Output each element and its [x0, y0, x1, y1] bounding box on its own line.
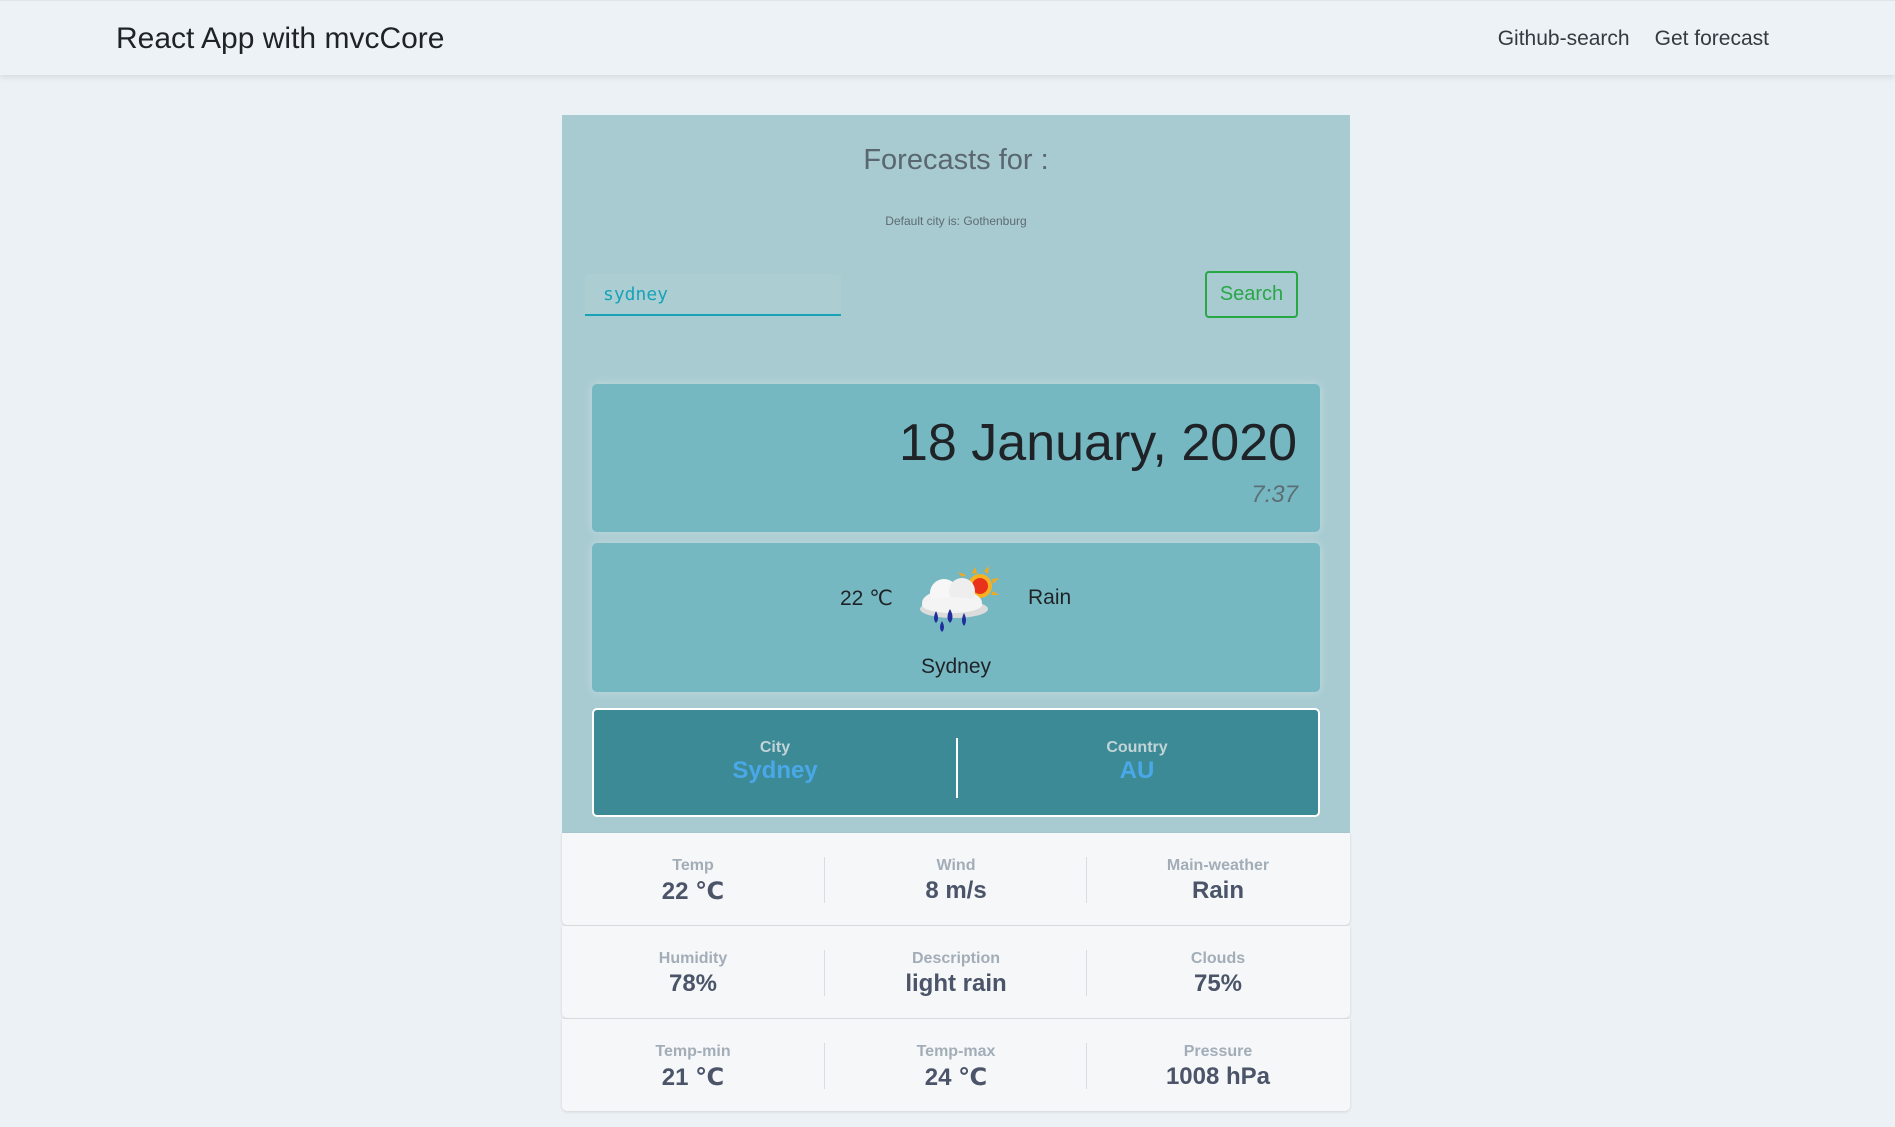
stats-row-1: Temp 22 ℃ Wind 8 m/s Main-weather Rain: [562, 833, 1350, 925]
location-card: City Sydney Country AU: [592, 708, 1320, 817]
forecast-panel: Forecasts for : Default city is: Gothenb…: [562, 115, 1350, 833]
stat-label: Humidity: [658, 950, 728, 967]
stat-label: Description: [911, 950, 1000, 967]
stat-temp: Temp 22 ℃: [562, 833, 824, 925]
stat-value: 22 ℃: [661, 878, 725, 905]
stat-label: Wind: [936, 857, 976, 874]
country-label: Country: [1106, 739, 1168, 756]
country-value: AU: [1119, 757, 1155, 784]
stat-value: light rain: [905, 970, 1007, 997]
stat-label: Main-weather: [1166, 857, 1270, 874]
city-search-input[interactable]: [585, 274, 841, 316]
nav-link-github-search[interactable]: Github-search: [1498, 25, 1630, 53]
stat-temp-min: Temp-min 21 ℃: [562, 1019, 824, 1111]
city-label: City: [759, 739, 791, 756]
stat-pressure: Pressure 1008 hPa: [1087, 1019, 1349, 1111]
stat-value: 75%: [1193, 970, 1243, 997]
city-value: Sydney: [732, 757, 818, 784]
rain-cloud-sun-icon: [920, 566, 999, 632]
weather-city: Sydney: [920, 655, 992, 678]
location-city: City Sydney: [594, 710, 956, 815]
stat-value: 8 m/s: [925, 877, 987, 904]
weather-temp: 22 ℃: [840, 587, 893, 610]
stat-main-weather: Main-weather Rain: [1087, 833, 1349, 925]
weather-main: Rain: [1028, 586, 1072, 609]
nav-link-get-forecast[interactable]: Get forecast: [1655, 25, 1769, 53]
forecast-time: 7:37: [1251, 481, 1298, 508]
brand-title[interactable]: React App with mvcCore: [116, 21, 444, 57]
stats-row-3: Temp-min 21 ℃ Temp-max 24 ℃ Pressure 100…: [562, 1019, 1350, 1111]
stat-value: 78%: [668, 970, 718, 997]
stat-wind: Wind 8 m/s: [825, 833, 1087, 925]
stat-value: 1008 hPa: [1165, 1063, 1271, 1090]
location-country: Country AU: [956, 710, 1318, 815]
stat-temp-max: Temp-max 24 ℃: [825, 1019, 1087, 1111]
forecast-title: Forecasts for :: [863, 144, 1049, 176]
stat-value: 21 ℃: [661, 1064, 725, 1091]
stat-label: Temp-max: [916, 1043, 996, 1060]
date-card: 18 January, 2020 7:37: [592, 384, 1320, 532]
stat-label: Pressure: [1183, 1043, 1253, 1060]
stat-value: Rain: [1191, 877, 1244, 904]
weather-card: 22 ℃ Rain Sydney: [592, 543, 1320, 692]
search-button[interactable]: Search: [1205, 271, 1298, 318]
stat-label: Clouds: [1190, 950, 1246, 967]
forecast-date: 18 January, 2020: [899, 414, 1297, 472]
nav-links: Github-search Get forecast: [1498, 25, 1769, 53]
default-city-note: Default city is: Gothenburg: [885, 214, 1027, 228]
stat-humidity: Humidity 78%: [562, 926, 824, 1018]
stat-description: Description light rain: [825, 926, 1087, 1018]
top-navbar: React App with mvcCore Github-search Get…: [0, 0, 1895, 75]
stats-row-2: Humidity 78% Description light rain Clou…: [562, 926, 1350, 1018]
stat-clouds: Clouds 75%: [1087, 926, 1349, 1018]
stat-value: 24 ℃: [924, 1064, 988, 1091]
stat-label: Temp: [672, 857, 714, 874]
stat-label: Temp-min: [655, 1043, 731, 1060]
